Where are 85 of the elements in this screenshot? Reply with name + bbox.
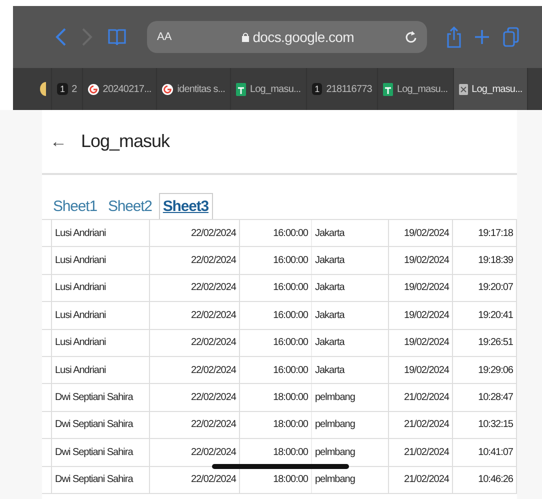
table-cell: Lusi Andriani xyxy=(52,356,150,384)
tab-title: Log_masu... xyxy=(250,84,301,94)
table-cell: 22/02/2024 xyxy=(150,220,240,246)
tab-badge: 1 xyxy=(57,83,68,95)
back-button[interactable]: ← xyxy=(50,132,67,152)
table-cell: Jakarta xyxy=(312,220,389,246)
table-cell: 21/02/2024 xyxy=(389,439,453,466)
table-cell: 16:00:00 xyxy=(240,247,312,274)
tab-title: Log_masu... xyxy=(472,84,522,94)
sheet-tab[interactable]: Sheet1 xyxy=(49,193,101,219)
table-cell: 21/02/2024 xyxy=(389,466,453,493)
table-cell: 22/02/2024 xyxy=(150,412,240,438)
back-icon[interactable] xyxy=(55,27,67,47)
table-cell: 19/02/2024 xyxy=(389,220,453,246)
table-cell: 19:26:51 xyxy=(453,330,517,356)
table-cell: 16:00:00 xyxy=(240,356,312,384)
reload-icon[interactable] xyxy=(405,30,417,44)
table-cell: 22/02/2024 xyxy=(150,302,240,329)
table-cell: Dwi Septiani Sahira xyxy=(52,412,150,438)
table-cell: Jakarta xyxy=(312,302,389,329)
table-cell: Dwi Septiani Sahira xyxy=(52,466,150,493)
table-cell: Dwi Septiani Sahira xyxy=(52,384,150,411)
table-cell: 21/02/2024 xyxy=(389,412,453,438)
table-cell: 18:00:00 xyxy=(240,384,312,411)
table-cell: 19/02/2024 xyxy=(389,274,453,302)
table-cell: 19:20:41 xyxy=(453,302,517,329)
table-cell: 19:20:07 xyxy=(453,274,517,302)
tab-title: 218116773 xyxy=(326,84,372,94)
table-cell: Lusi Andriani xyxy=(52,220,150,246)
table-cell: 19:29:06 xyxy=(453,356,517,384)
table-cell: 19/02/2024 xyxy=(389,356,453,384)
table-cell: pelmbang xyxy=(312,384,389,411)
table-cell: 22/02/2024 xyxy=(150,384,240,411)
table-cell: Jakarta xyxy=(312,274,389,302)
table-cell: 16:00:00 xyxy=(240,274,312,302)
table-cell: 21/02/2024 xyxy=(389,384,453,411)
table-cell: Dwi Septiani Sahira xyxy=(52,439,150,466)
sheet-tab[interactable]: Sheet2 xyxy=(104,193,156,219)
google-icon xyxy=(162,84,174,94)
sheets-icon xyxy=(382,82,393,96)
sheet-tab[interactable]: Sheet3 xyxy=(158,193,212,219)
share-icon[interactable] xyxy=(447,26,461,48)
table-cell: 19/02/2024 xyxy=(389,330,453,356)
document-title: Log_masuk xyxy=(81,131,170,152)
table-cell: 22/02/2024 xyxy=(150,274,240,302)
table-cell: 16:00:00 xyxy=(240,302,312,329)
table-cell: Lusi Andriani xyxy=(52,274,150,302)
table-cell: Jakarta xyxy=(312,356,389,384)
browser-tab[interactable]: Log_masu... xyxy=(454,68,528,110)
table-cell: Lusi Andriani xyxy=(52,302,150,329)
table-cell: Jakarta xyxy=(312,330,389,356)
document-icon xyxy=(458,84,468,94)
table-cell: 19:18:39 xyxy=(453,247,517,274)
sheets-icon xyxy=(236,82,246,96)
lock-icon xyxy=(242,32,249,42)
table-cell: 22/02/2024 xyxy=(150,356,240,384)
site-icon xyxy=(40,82,46,96)
address-text: docs.google.com xyxy=(252,29,354,45)
table-cell: pelmbang xyxy=(312,412,389,438)
tab-badge: 1 xyxy=(312,83,322,95)
tab-title: 20240217... xyxy=(102,84,152,94)
table-cell: Jakarta xyxy=(312,247,389,274)
tab-title: Log_masu... xyxy=(396,84,448,94)
table-cell: 10:46:26 xyxy=(453,466,517,493)
table-cell: Lusi Andriani xyxy=(52,247,150,274)
table-cell: Lusi Andriani xyxy=(52,330,150,356)
table-cell: 22/02/2024 xyxy=(150,247,240,274)
text-size-button[interactable]: AA xyxy=(157,31,172,43)
plus-icon[interactable] xyxy=(475,30,489,44)
table-cell: 16:00:00 xyxy=(240,220,312,246)
table-cell: 19/02/2024 xyxy=(389,302,453,329)
table-cell: 19/02/2024 xyxy=(389,247,453,274)
tab-title: identitas s... xyxy=(177,84,225,94)
table-cell: 10:41:07 xyxy=(453,439,517,466)
tabs-icon[interactable] xyxy=(503,27,519,47)
tab-title: 2 xyxy=(72,84,77,94)
table-cell: 18:00:00 xyxy=(240,412,312,438)
google-icon xyxy=(88,84,99,94)
table-cell: 22/02/2024 xyxy=(150,330,240,356)
table-cell: 10:28:47 xyxy=(453,384,517,411)
table-cell: 10:32:15 xyxy=(453,412,517,438)
table-cell: 19:17:18 xyxy=(453,220,517,246)
book-icon[interactable] xyxy=(107,27,127,47)
address-bar[interactable]: AA docs.google.com xyxy=(147,21,427,53)
table-cell: 16:00:00 xyxy=(240,330,312,356)
